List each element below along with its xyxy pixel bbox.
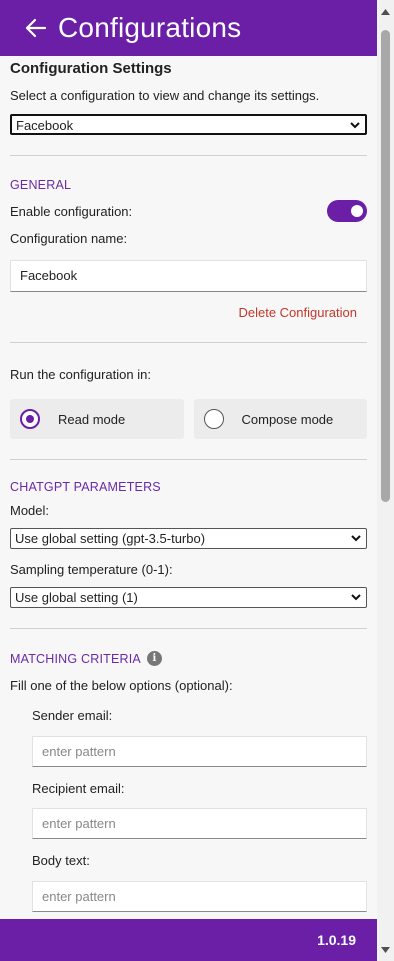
temperature-select[interactable]: Use global setting (1) xyxy=(10,587,367,608)
matching-criteria-label: MATCHING CRITERIA xyxy=(10,651,141,666)
scrollbar[interactable] xyxy=(377,0,394,961)
triangle-down-icon xyxy=(381,946,390,953)
scroll-thumb[interactable] xyxy=(381,30,390,502)
configuration-select-value: Facebook xyxy=(16,118,74,133)
toggle-knob xyxy=(351,205,363,217)
scroll-up-arrow[interactable] xyxy=(377,3,394,20)
read-mode-radio[interactable] xyxy=(20,409,40,429)
recipient-email-input[interactable]: enter pattern xyxy=(32,808,367,839)
app-footer: 1.0.19 xyxy=(0,919,377,961)
run-mode-label: Run the configuration in: xyxy=(10,367,151,382)
chevron-down-icon xyxy=(350,122,360,129)
page-title: Configurations xyxy=(58,12,242,43)
config-settings-title: Configuration Settings xyxy=(10,60,172,77)
compose-mode-option[interactable]: Compose mode xyxy=(193,399,367,439)
triangle-up-icon xyxy=(381,8,390,15)
divider xyxy=(10,342,367,343)
configuration-name-label: Configuration name: xyxy=(10,231,128,246)
settings-panel: Configuration Settings Select a configur… xyxy=(0,56,377,919)
divider xyxy=(10,628,367,629)
sender-email-input[interactable]: enter pattern xyxy=(32,736,367,767)
temperature-label: Sampling temperature (0-1): xyxy=(10,562,173,577)
scroll-down-arrow[interactable] xyxy=(377,941,394,958)
chatgpt-section-label: CHATGPT PARAMETERS xyxy=(10,480,161,494)
app-header: Configurations xyxy=(0,0,377,56)
info-icon[interactable]: i xyxy=(146,651,162,666)
delete-configuration-button[interactable]: Delete Configuration xyxy=(10,305,367,320)
divider xyxy=(10,155,367,156)
configuration-select[interactable]: Facebook xyxy=(10,114,367,135)
recipient-email-label: Recipient email: xyxy=(32,781,125,796)
read-mode-option[interactable]: Read mode xyxy=(10,399,184,439)
chevron-down-icon xyxy=(351,594,361,601)
config-settings-description: Select a configuration to view and chang… xyxy=(10,88,320,103)
body-text-input[interactable]: enter pattern xyxy=(32,881,367,912)
model-label: Model: xyxy=(10,503,50,518)
configuration-name-input[interactable]: Facebook xyxy=(10,260,367,292)
body-text-label: Body text: xyxy=(32,853,90,868)
back-button[interactable] xyxy=(16,8,56,48)
general-section-label: GENERAL xyxy=(10,178,72,192)
compose-mode-radio[interactable] xyxy=(203,409,224,429)
enable-configuration-toggle[interactable] xyxy=(327,200,367,222)
sender-email-label: Sender email: xyxy=(32,708,113,723)
chevron-down-icon xyxy=(351,535,361,542)
compose-mode-label: Compose mode xyxy=(241,411,334,427)
version-label: 1.0.19 xyxy=(317,932,356,948)
enable-configuration-label: Enable configuration: xyxy=(10,203,133,219)
read-mode-label: Read mode xyxy=(58,411,126,427)
arrow-left-icon xyxy=(25,18,47,38)
model-select-value: Use global setting (gpt-3.5-turbo) xyxy=(15,531,206,546)
divider xyxy=(10,459,367,460)
matching-description: Fill one of the below options (optional)… xyxy=(10,678,233,693)
temperature-select-value: Use global setting (1) xyxy=(15,590,138,605)
model-select[interactable]: Use global setting (gpt-3.5-turbo) xyxy=(10,528,367,549)
